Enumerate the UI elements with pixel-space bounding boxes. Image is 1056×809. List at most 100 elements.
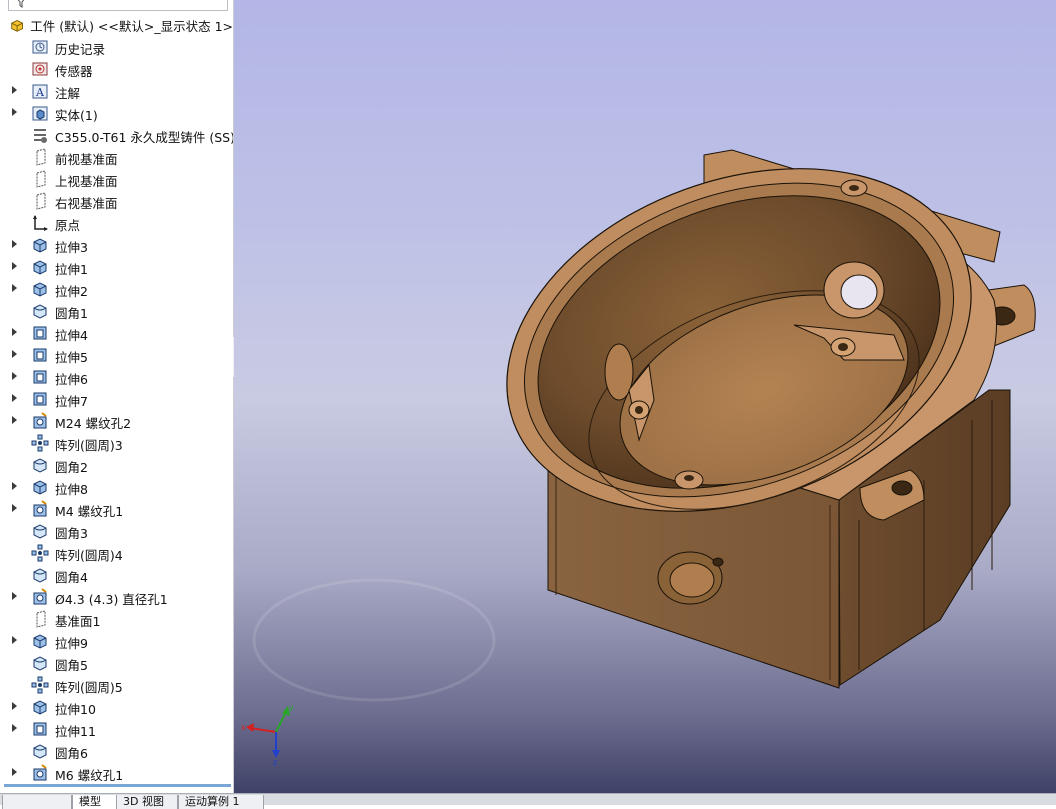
- tree-item[interactable]: C355.0-T61 永久成型铸件 (SS): [0, 124, 233, 146]
- tree-item[interactable]: 拉伸2: [0, 278, 233, 300]
- tree-item[interactable]: 阵列(圆周)5: [0, 674, 233, 696]
- tree-item[interactable]: 拉伸9: [0, 630, 233, 652]
- extrude-icon: [33, 700, 47, 715]
- expand-arrow-icon[interactable]: [12, 350, 17, 358]
- feature-manager-tree: 工件 (默认) <<默认>_显示状态 1> 历史记录传感器 A 注解实体(1) C35…: [0, 0, 234, 804]
- view-orientation-triad[interactable]: x y z: [240, 702, 300, 766]
- filter-icon[interactable]: [15, 0, 27, 8]
- svg-text:x: x: [241, 723, 246, 732]
- tree-item[interactable]: 历史记录: [0, 36, 233, 58]
- tab-nav-arrows[interactable]: [2, 795, 72, 809]
- expand-arrow-icon[interactable]: [12, 702, 17, 710]
- tree-item[interactable]: 阵列(圆周)4: [0, 542, 233, 564]
- tree-item[interactable]: 拉伸3: [0, 234, 233, 256]
- tree-item[interactable]: 基准面1: [0, 608, 233, 630]
- tree-item[interactable]: 拉伸10: [0, 696, 233, 718]
- tree-item[interactable]: M4 螺纹孔1: [0, 498, 233, 520]
- tree-item-label: 拉伸9: [55, 636, 88, 651]
- plane-icon: [36, 148, 46, 166]
- plane-icon: [36, 192, 46, 210]
- tree-item-label: M6 螺纹孔1: [55, 768, 124, 783]
- expand-arrow-icon[interactable]: [12, 328, 17, 336]
- tree-item[interactable]: 拉伸7: [0, 388, 233, 410]
- tab-motion-study[interactable]: 运动算例 1: [178, 795, 264, 809]
- tree-item-label: 上视基准面: [55, 174, 118, 189]
- expand-arrow-icon[interactable]: [12, 394, 17, 402]
- tree-item[interactable]: 圆角4: [0, 564, 233, 586]
- tree-item[interactable]: 拉伸8: [0, 476, 233, 498]
- tree-filter-box[interactable]: [8, 0, 228, 11]
- expand-arrow-icon[interactable]: [12, 108, 17, 116]
- tree-item-label: 拉伸2: [55, 284, 88, 299]
- expand-arrow-icon[interactable]: [12, 372, 17, 380]
- tree-item-label: 圆角2: [55, 460, 88, 475]
- tree-item[interactable]: 圆角3: [0, 520, 233, 542]
- expand-arrow-icon[interactable]: [12, 86, 17, 94]
- history-icon: [32, 40, 48, 54]
- tree-root-part[interactable]: 工件 (默认) <<默认>_显示状态 1>: [0, 14, 233, 36]
- tree-item-label: 传感器: [55, 64, 93, 79]
- model-viewport[interactable]: [234, 0, 1056, 793]
- tree-item[interactable]: 拉伸11: [0, 718, 233, 740]
- tree-item[interactable]: 圆角1: [0, 300, 233, 322]
- expand-arrow-icon[interactable]: [12, 240, 17, 248]
- extrude-icon: [33, 634, 47, 649]
- tree-item-label: 圆角3: [55, 526, 88, 541]
- fillet-icon: [33, 458, 47, 473]
- tree-item[interactable]: M6 螺纹孔1: [0, 762, 233, 784]
- tree-item[interactable]: 拉伸4: [0, 322, 233, 344]
- tree-item-label: 圆角4: [55, 570, 88, 585]
- tree-item-label: 拉伸6: [55, 372, 88, 387]
- svg-text:z: z: [273, 758, 277, 766]
- svg-text:y: y: [289, 703, 294, 712]
- tree-item-label: M4 螺纹孔1: [55, 504, 124, 519]
- tree-item[interactable]: 圆角5: [0, 652, 233, 674]
- plane-icon: [36, 610, 46, 628]
- tree-item[interactable]: 传感器: [0, 58, 233, 80]
- tree-item-label: C355.0-T61 永久成型铸件 (SS): [55, 130, 234, 145]
- expand-arrow-icon[interactable]: [12, 504, 17, 512]
- fillet-icon: [33, 568, 47, 583]
- sensor-icon: [32, 62, 48, 76]
- extrude-icon: [33, 260, 47, 275]
- tree-item-label: 实体(1): [55, 108, 98, 123]
- tree-item-label: 拉伸4: [55, 328, 88, 343]
- hole-wizard-icon: [33, 764, 47, 781]
- origin-icon: [33, 215, 48, 231]
- tree-item-label: 前视基准面: [55, 152, 118, 167]
- tree-item[interactable]: 右视基准面: [0, 190, 233, 212]
- tree-item[interactable]: 原点: [0, 212, 233, 234]
- tree-item[interactable]: Ø4.3 (4.3) 直径孔1: [0, 586, 233, 608]
- expand-arrow-icon[interactable]: [12, 724, 17, 732]
- tree-bottom-divider: [4, 784, 231, 787]
- tree-item[interactable]: A 注解: [0, 80, 233, 102]
- expand-arrow-icon[interactable]: [12, 592, 17, 600]
- expand-arrow-icon[interactable]: [12, 416, 17, 424]
- tree-item[interactable]: 上视基准面: [0, 168, 233, 190]
- svg-text:A: A: [35, 86, 45, 99]
- tab-3d-view[interactable]: 3D 视图: [116, 795, 178, 809]
- tree-item[interactable]: M24 螺纹孔2: [0, 410, 233, 432]
- tree-item[interactable]: 拉伸1: [0, 256, 233, 278]
- tree-item[interactable]: 圆角6: [0, 740, 233, 762]
- expand-arrow-icon[interactable]: [12, 262, 17, 270]
- tree-item[interactable]: 拉伸5: [0, 344, 233, 366]
- circular-pattern-icon: [31, 676, 49, 694]
- expand-arrow-icon[interactable]: [12, 636, 17, 644]
- tree-item-label: 拉伸8: [55, 482, 88, 497]
- tab-model[interactable]: 模型: [72, 795, 118, 809]
- graphics-area[interactable]: x y z: [234, 0, 1056, 793]
- tree-item-label: 注解: [55, 86, 81, 101]
- tree-item[interactable]: 圆角2: [0, 454, 233, 476]
- expand-arrow-icon[interactable]: [12, 768, 17, 776]
- tree-item[interactable]: 前视基准面: [0, 146, 233, 168]
- expand-arrow-icon[interactable]: [12, 482, 17, 490]
- expand-arrow-icon[interactable]: [12, 284, 17, 292]
- cut-extrude-icon: [33, 326, 47, 340]
- cut-extrude-icon: [33, 348, 47, 362]
- tree-item[interactable]: 实体(1): [0, 102, 233, 124]
- tree-item[interactable]: 拉伸6: [0, 366, 233, 388]
- tree-item-label: 拉伸1: [55, 262, 88, 277]
- tree-item[interactable]: 阵列(圆周)3: [0, 432, 233, 454]
- circular-pattern-icon: [31, 434, 49, 452]
